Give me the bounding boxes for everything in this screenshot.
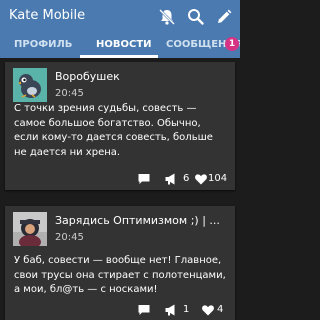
like-icon[interactable] — [194, 172, 208, 186]
post-actions: 1 4 — [5, 303, 235, 317]
edit-icon[interactable] — [214, 7, 234, 27]
like-icon[interactable] — [201, 303, 215, 317]
post-card[interactable]: Воробушек 20:45 С точки зрения судьбы, с… — [5, 62, 235, 190]
repost-icon[interactable] — [164, 172, 178, 186]
app-title: Kate Mobile — [9, 8, 86, 23]
post-text: У баб, совести — вообще нет! Главное, св… — [14, 255, 226, 295]
post-text: С точки зрения судьбы, совесть — самое б… — [14, 103, 213, 158]
post-author[interactable]: Воробушек — [55, 70, 230, 83]
post-actions: 6 104 — [5, 172, 235, 186]
comment-icon[interactable] — [137, 303, 151, 317]
search-icon[interactable] — [186, 7, 206, 27]
avatar[interactable] — [13, 68, 47, 102]
post-card[interactable]: Зарядись Оптимизмом ;) | ... 20:45 У баб… — [5, 206, 235, 320]
post-author[interactable]: Зарядись Оптимизмом ;) | ... — [55, 214, 230, 227]
action-bar: Kate Mobile — [0, 0, 240, 34]
notifications-off-icon[interactable] — [157, 7, 177, 27]
news-feed[interactable]: Воробушек 20:45 С точки зрения судьбы, с… — [0, 58, 240, 320]
post-time: 20:45 — [55, 88, 84, 99]
like-count: 4 — [217, 304, 224, 315]
repost-count: 6 — [183, 173, 190, 184]
repost-count: 1 — [183, 304, 190, 315]
avatar[interactable] — [13, 212, 47, 246]
tab-profile[interactable]: ПРОФИЛЬ — [14, 34, 72, 58]
messages-badge: 1 — [225, 37, 239, 51]
post-time: 20:45 — [55, 232, 84, 243]
comment-icon[interactable] — [137, 172, 151, 186]
repost-icon[interactable] — [164, 303, 178, 317]
like-count: 104 — [208, 173, 228, 184]
